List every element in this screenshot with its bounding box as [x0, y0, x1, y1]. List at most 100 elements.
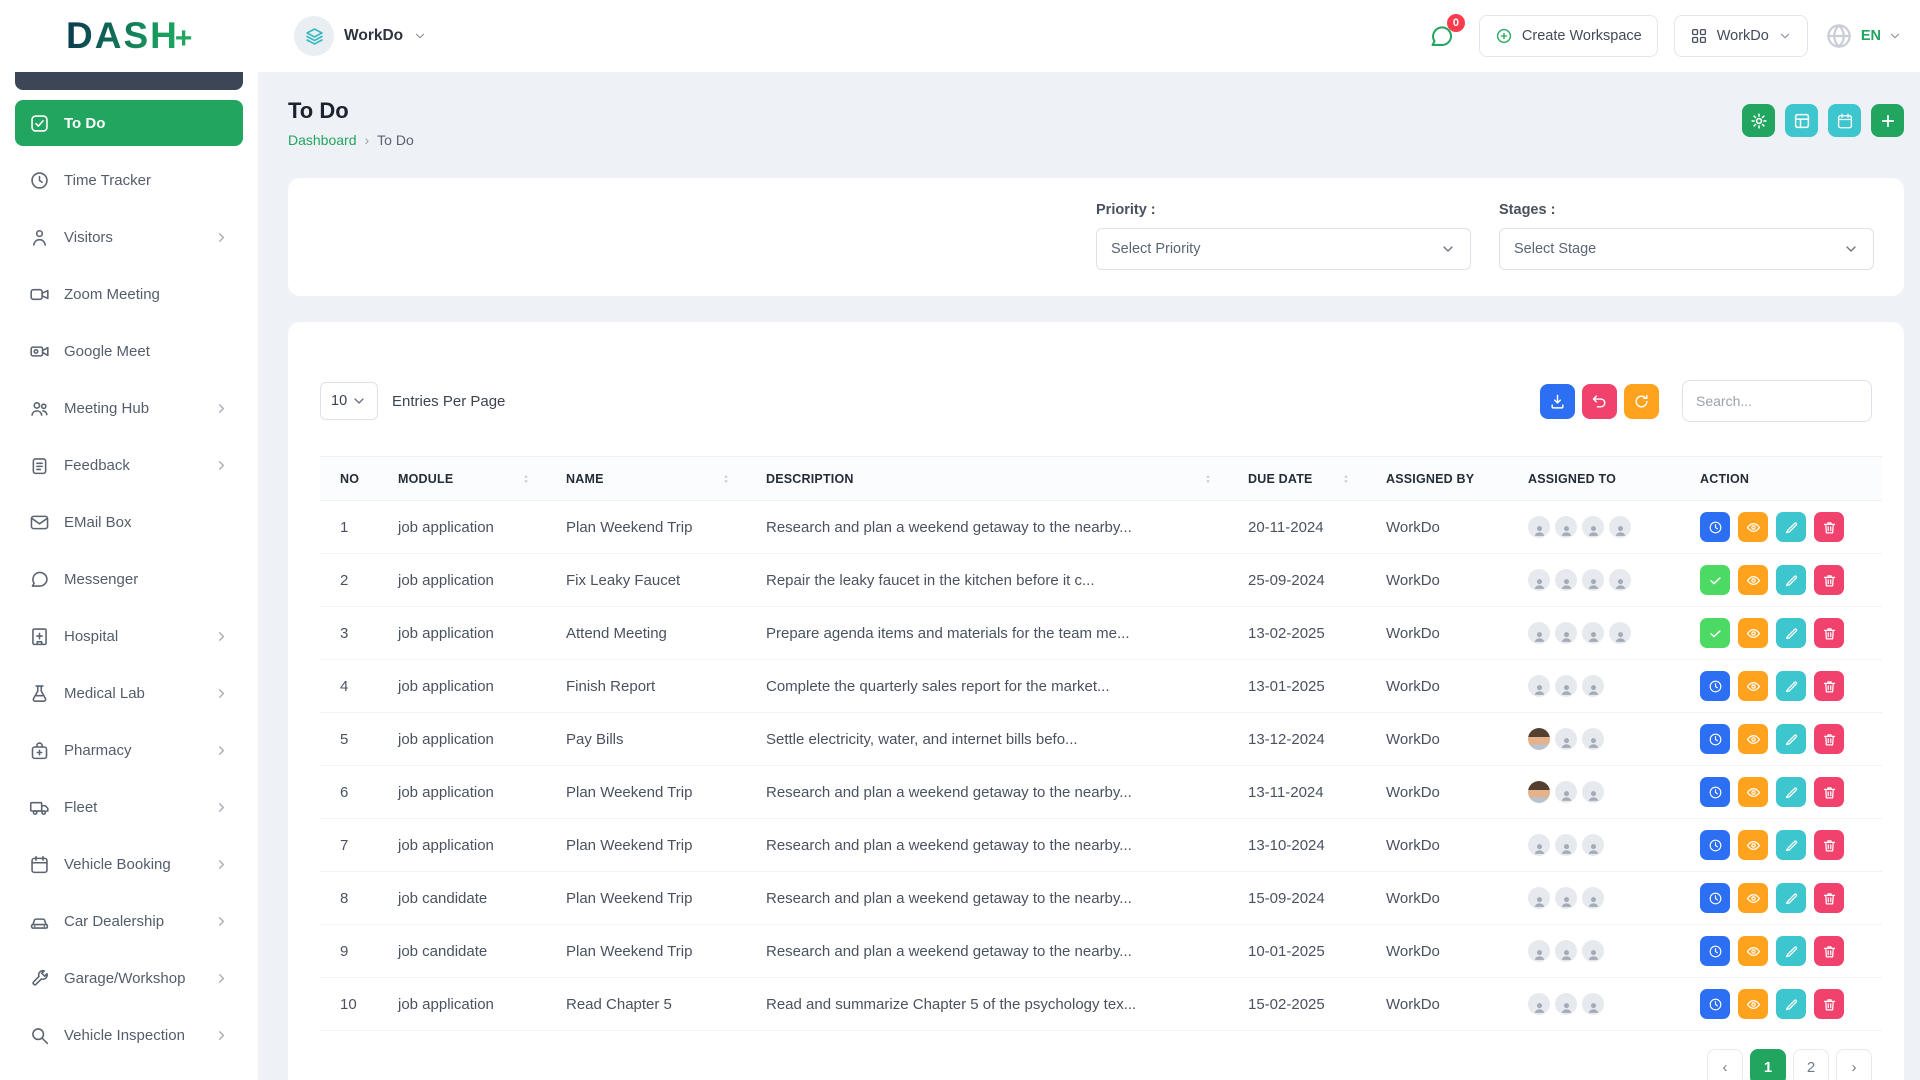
col-header-description[interactable]: DESCRIPTION — [746, 457, 1228, 501]
mark-complete-button[interactable] — [1700, 618, 1730, 648]
sidebar-item-messenger[interactable]: Messenger — [15, 556, 243, 602]
workspace-selector[interactable]: WorkDo — [294, 16, 427, 56]
settings-button[interactable] — [1742, 104, 1775, 137]
assignee-avatar[interactable] — [1582, 834, 1604, 856]
pagination-page-2[interactable]: 2 — [1793, 1049, 1829, 1080]
sidebar-item-visitors[interactable]: Visitors — [15, 214, 243, 260]
sidebar-item-email-box[interactable]: EMail Box — [15, 499, 243, 545]
sidebar-item-feedback[interactable]: Feedback — [15, 442, 243, 488]
assignee-avatar[interactable] — [1582, 622, 1604, 644]
status-clock-button[interactable] — [1700, 830, 1730, 860]
assignee-avatar[interactable] — [1528, 993, 1550, 1015]
delete-button[interactable] — [1814, 883, 1844, 913]
assignee-avatar[interactable] — [1555, 569, 1577, 591]
delete-button[interactable] — [1814, 724, 1844, 754]
assignee-avatar[interactable] — [1528, 834, 1550, 856]
delete-button[interactable] — [1814, 936, 1844, 966]
mark-complete-button[interactable] — [1700, 565, 1730, 595]
sidebar-item-time-tracker[interactable]: Time Tracker — [15, 157, 243, 203]
status-clock-button[interactable] — [1700, 671, 1730, 701]
assignee-avatar[interactable] — [1528, 622, 1550, 644]
pagination-prev[interactable]: ‹ — [1707, 1049, 1743, 1080]
view-button[interactable] — [1738, 883, 1768, 913]
assignee-avatar[interactable] — [1555, 516, 1577, 538]
pagination-page-1[interactable]: 1 — [1750, 1049, 1786, 1080]
edit-button[interactable] — [1776, 512, 1806, 542]
assignee-avatar[interactable] — [1609, 516, 1631, 538]
edit-button[interactable] — [1776, 777, 1806, 807]
language-selector[interactable]: EN — [1824, 21, 1902, 51]
list-view-button[interactable] — [1785, 104, 1818, 137]
assignee-avatar[interactable] — [1582, 728, 1604, 750]
sidebar-item-pharmacy[interactable]: Pharmacy — [15, 727, 243, 773]
edit-button[interactable] — [1776, 565, 1806, 595]
assignee-avatar[interactable] — [1528, 516, 1550, 538]
assignee-avatar[interactable] — [1582, 887, 1604, 909]
status-clock-button[interactable] — [1700, 777, 1730, 807]
delete-button[interactable] — [1814, 830, 1844, 860]
export-button[interactable] — [1540, 384, 1575, 419]
assignee-avatar[interactable] — [1528, 940, 1550, 962]
app-switcher-button[interactable]: WorkDo — [1674, 15, 1808, 57]
delete-button[interactable] — [1814, 512, 1844, 542]
assignee-avatar[interactable] — [1528, 675, 1550, 697]
assignee-avatar[interactable] — [1582, 940, 1604, 962]
assignee-photo-avatar[interactable] — [1528, 728, 1550, 750]
assignee-avatar[interactable] — [1528, 887, 1550, 909]
assignee-photo-avatar[interactable] — [1528, 781, 1550, 803]
view-button[interactable] — [1738, 565, 1768, 595]
assignee-avatar[interactable] — [1555, 728, 1577, 750]
edit-button[interactable] — [1776, 671, 1806, 701]
delete-button[interactable] — [1814, 671, 1844, 701]
sidebar-item-car-dealership[interactable]: Car Dealership — [15, 898, 243, 944]
calendar-view-button[interactable] — [1828, 104, 1861, 137]
assignee-avatar[interactable] — [1609, 569, 1631, 591]
edit-button[interactable] — [1776, 618, 1806, 648]
sidebar-item-vehicle-inspection[interactable]: Vehicle Inspection — [15, 1012, 243, 1058]
edit-button[interactable] — [1776, 724, 1806, 754]
status-clock-button[interactable] — [1700, 883, 1730, 913]
sidebar-item-to-do[interactable]: To Do — [15, 100, 243, 146]
edit-button[interactable] — [1776, 830, 1806, 860]
status-clock-button[interactable] — [1700, 724, 1730, 754]
stage-select[interactable]: Select Stage — [1499, 228, 1874, 270]
sidebar-item-partial[interactable] — [15, 72, 243, 90]
assignee-avatar[interactable] — [1555, 781, 1577, 803]
delete-button[interactable] — [1814, 565, 1844, 595]
refresh-button[interactable] — [1624, 384, 1659, 419]
view-button[interactable] — [1738, 724, 1768, 754]
sidebar-item-medical-lab[interactable]: Medical Lab — [15, 670, 243, 716]
assignee-avatar[interactable] — [1582, 781, 1604, 803]
assignee-avatar[interactable] — [1528, 569, 1550, 591]
assignee-avatar[interactable] — [1555, 993, 1577, 1015]
view-button[interactable] — [1738, 618, 1768, 648]
assignee-avatar[interactable] — [1555, 834, 1577, 856]
chat-button[interactable]: 0 — [1424, 19, 1459, 54]
status-clock-button[interactable] — [1700, 936, 1730, 966]
add-todo-button[interactable] — [1871, 104, 1904, 137]
app-logo[interactable]: DASH + — [66, 15, 192, 57]
view-button[interactable] — [1738, 830, 1768, 860]
assignee-avatar[interactable] — [1582, 569, 1604, 591]
sidebar-item-meeting-hub[interactable]: Meeting Hub — [15, 385, 243, 431]
sidebar-item-vehicle-booking[interactable]: Vehicle Booking — [15, 841, 243, 887]
view-button[interactable] — [1738, 512, 1768, 542]
view-button[interactable] — [1738, 777, 1768, 807]
assignee-avatar[interactable] — [1555, 887, 1577, 909]
create-workspace-button[interactable]: Create Workspace — [1479, 15, 1658, 57]
edit-button[interactable] — [1776, 883, 1806, 913]
edit-button[interactable] — [1776, 989, 1806, 1019]
view-button[interactable] — [1738, 936, 1768, 966]
delete-button[interactable] — [1814, 777, 1844, 807]
breadcrumb-dashboard-link[interactable]: Dashboard — [288, 132, 357, 148]
pagination-next[interactable]: › — [1836, 1049, 1872, 1080]
sidebar-item-google-meet[interactable]: Google Meet — [15, 328, 243, 374]
delete-button[interactable] — [1814, 618, 1844, 648]
assignee-avatar[interactable] — [1555, 675, 1577, 697]
assignee-avatar[interactable] — [1555, 940, 1577, 962]
priority-select[interactable]: Select Priority — [1096, 228, 1471, 270]
sidebar-item-machine-repair[interactable]: Machine Repair — [15, 1069, 243, 1080]
view-button[interactable] — [1738, 671, 1768, 701]
entries-per-page-select[interactable]: 10 — [320, 382, 378, 420]
assignee-avatar[interactable] — [1609, 622, 1631, 644]
